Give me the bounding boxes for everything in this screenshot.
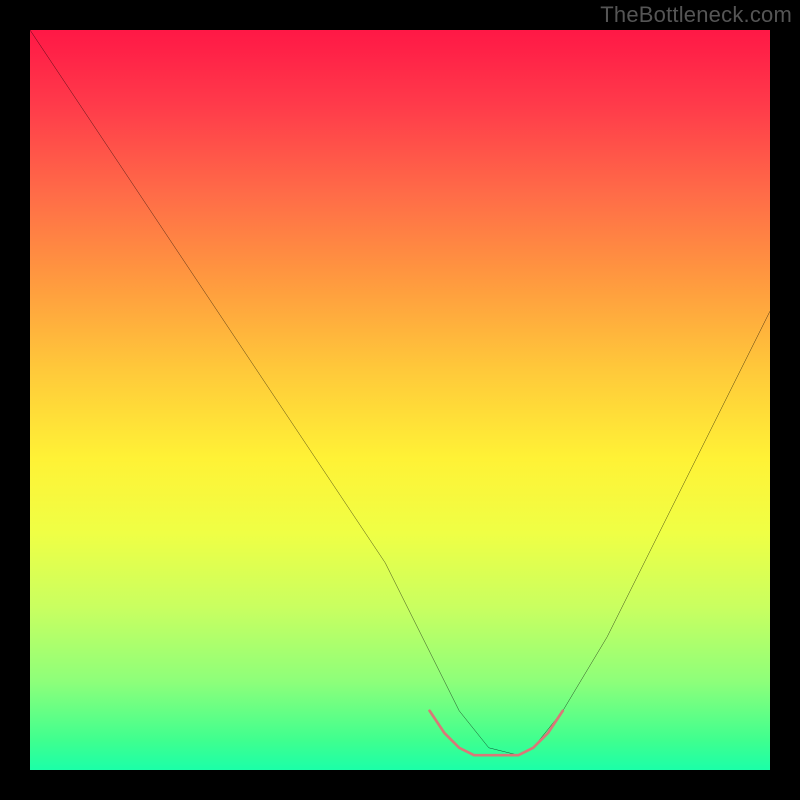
chart-frame: TheBottleneck.com [0, 0, 800, 800]
plot-area [30, 30, 770, 770]
bottleneck-curve [30, 30, 770, 755]
watermark-text: TheBottleneck.com [600, 2, 792, 28]
optimal-band [430, 711, 563, 755]
chart-svg [30, 30, 770, 770]
